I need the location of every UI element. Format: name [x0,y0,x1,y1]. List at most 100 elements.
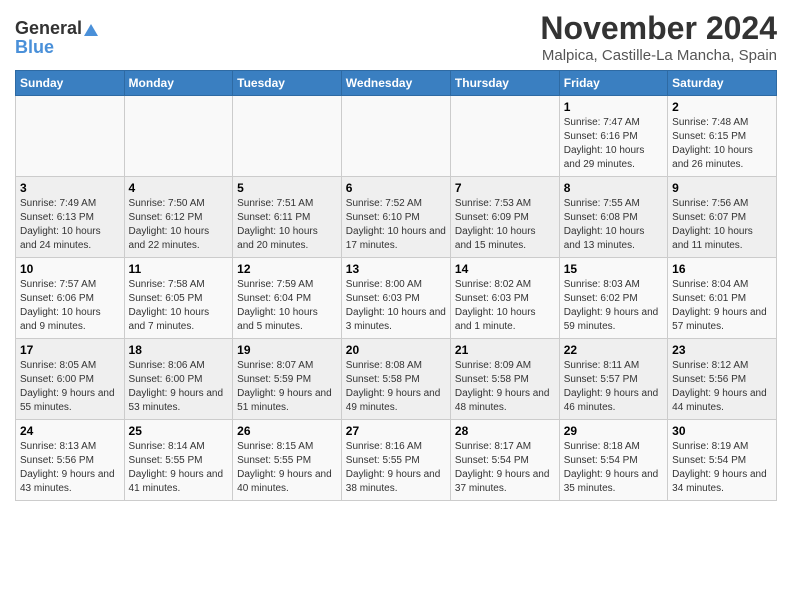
calendar-cell [450,96,559,177]
day-number: 6 [346,181,446,195]
day-info: Sunrise: 7:50 AM Sunset: 6:12 PM Dayligh… [129,197,229,253]
logo-general-text: General [15,18,82,39]
calendar-cell: 25Sunrise: 8:14 AM Sunset: 5:55 PM Dayli… [124,420,233,501]
calendar-week-row: 10 Sunrise: 7:57 AM Sunset: 6:06 PM Dayli… [16,258,777,339]
day-number: 14 [455,262,555,276]
day-info: Sunrise: 8:16 AM Sunset: 5:55 PM Dayligh… [346,440,446,496]
day-info: Sunrise: 8:15 AM Sunset: 5:55 PM Dayligh… [237,440,337,496]
day-number: 7 [455,181,555,195]
calendar-cell: 17 Sunrise: 8:05 AM Sunset: 6:00 PM Dayli… [16,339,125,420]
day-number: 18 [129,343,229,357]
calendar-cell: 19 Sunrise: 8:07 AM Sunset: 5:59 PM Dayli… [233,339,342,420]
day-info: Sunrise: 7:47 AM Sunset: 6:16 PM Dayligh… [564,116,663,172]
day-number: 1 [564,100,663,114]
day-info: Sunrise: 8:00 AM Sunset: 6:03 PM Dayligh… [346,278,446,334]
weekday-header: Wednesday [341,71,450,96]
day-info: Sunrise: 7:59 AM Sunset: 6:04 PM Dayligh… [237,278,337,334]
day-number: 25 [129,424,229,438]
calendar-week-row: 1 Sunrise: 7:47 AM Sunset: 6:16 PM Daylig… [16,96,777,177]
day-info: Sunrise: 7:53 AM Sunset: 6:09 PM Dayligh… [455,197,555,253]
month-title: November 2024 [540,10,777,47]
day-number: 20 [346,343,446,357]
day-number: 29 [564,424,663,438]
location-title: Malpica, Castille-La Mancha, Spain [540,47,777,64]
calendar-cell: 13Sunrise: 8:00 AM Sunset: 6:03 PM Dayli… [341,258,450,339]
calendar-cell: 29 Sunrise: 8:18 AM Sunset: 5:54 PM Dayli… [559,420,667,501]
day-number: 23 [672,343,772,357]
day-info: Sunrise: 8:18 AM Sunset: 5:54 PM Dayligh… [564,440,663,496]
weekday-header: Saturday [668,71,777,96]
day-info: Sunrise: 8:12 AM Sunset: 5:56 PM Dayligh… [672,359,772,415]
day-info: Sunrise: 8:03 AM Sunset: 6:02 PM Dayligh… [564,278,663,334]
day-number: 21 [455,343,555,357]
day-info: Sunrise: 7:55 AM Sunset: 6:08 PM Dayligh… [564,197,663,253]
calendar-cell: 15Sunrise: 8:03 AM Sunset: 6:02 PM Dayli… [559,258,667,339]
day-number: 17 [20,343,120,357]
day-info: Sunrise: 8:08 AM Sunset: 5:58 PM Dayligh… [346,359,446,415]
calendar-cell: 30Sunrise: 8:19 AM Sunset: 5:54 PM Dayli… [668,420,777,501]
day-number: 30 [672,424,772,438]
day-info: Sunrise: 8:06 AM Sunset: 6:00 PM Dayligh… [129,359,229,415]
day-number: 11 [129,262,229,276]
day-info: Sunrise: 8:07 AM Sunset: 5:59 PM Dayligh… [237,359,337,415]
calendar-cell: 21 Sunrise: 8:09 AM Sunset: 5:58 PM Dayli… [450,339,559,420]
day-info: Sunrise: 8:09 AM Sunset: 5:58 PM Dayligh… [455,359,555,415]
day-info: Sunrise: 8:05 AM Sunset: 6:00 PM Dayligh… [20,359,120,415]
day-number: 16 [672,262,772,276]
day-info: Sunrise: 7:57 AM Sunset: 6:06 PM Dayligh… [20,278,120,334]
weekday-header: Thursday [450,71,559,96]
day-number: 28 [455,424,555,438]
calendar-cell [124,96,233,177]
day-number: 27 [346,424,446,438]
day-info: Sunrise: 8:02 AM Sunset: 6:03 PM Dayligh… [455,278,555,334]
calendar-cell: 5 Sunrise: 7:51 AM Sunset: 6:11 PM Daylig… [233,177,342,258]
calendar-table: SundayMondayTuesdayWednesdayThursdayFrid… [15,70,777,501]
day-number: 19 [237,343,337,357]
calendar-week-row: 17 Sunrise: 8:05 AM Sunset: 6:00 PM Dayli… [16,339,777,420]
calendar-cell: 20 Sunrise: 8:08 AM Sunset: 5:58 PM Dayli… [341,339,450,420]
calendar-cell [341,96,450,177]
day-number: 5 [237,181,337,195]
calendar-cell: 28 Sunrise: 8:17 AM Sunset: 5:54 PM Dayli… [450,420,559,501]
calendar-cell: 10 Sunrise: 7:57 AM Sunset: 6:06 PM Dayli… [16,258,125,339]
calendar-cell: 6Sunrise: 7:52 AM Sunset: 6:10 PM Daylig… [341,177,450,258]
day-number: 12 [237,262,337,276]
logo-blue-text: Blue [15,37,54,58]
calendar-cell: 12 Sunrise: 7:59 AM Sunset: 6:04 PM Dayli… [233,258,342,339]
logo-triangle-icon [84,24,98,36]
calendar-cell: 7 Sunrise: 7:53 AM Sunset: 6:09 PM Daylig… [450,177,559,258]
day-info: Sunrise: 7:51 AM Sunset: 6:11 PM Dayligh… [237,197,337,253]
title-area: November 2024 Malpica, Castille-La Manch… [540,10,777,64]
day-number: 4 [129,181,229,195]
day-info: Sunrise: 7:56 AM Sunset: 6:07 PM Dayligh… [672,197,772,253]
day-info: Sunrise: 8:04 AM Sunset: 6:01 PM Dayligh… [672,278,772,334]
calendar-cell: 24Sunrise: 8:13 AM Sunset: 5:56 PM Dayli… [16,420,125,501]
calendar-week-row: 24Sunrise: 8:13 AM Sunset: 5:56 PM Dayli… [16,420,777,501]
day-info: Sunrise: 8:13 AM Sunset: 5:56 PM Dayligh… [20,440,120,496]
day-info: Sunrise: 7:48 AM Sunset: 6:15 PM Dayligh… [672,116,772,172]
day-number: 22 [564,343,663,357]
day-info: Sunrise: 7:49 AM Sunset: 6:13 PM Dayligh… [20,197,120,253]
calendar-cell: 18 Sunrise: 8:06 AM Sunset: 6:00 PM Dayli… [124,339,233,420]
day-number: 26 [237,424,337,438]
calendar-cell [16,96,125,177]
calendar-cell: 22 Sunrise: 8:11 AM Sunset: 5:57 PM Dayli… [559,339,667,420]
day-number: 10 [20,262,120,276]
day-info: Sunrise: 8:17 AM Sunset: 5:54 PM Dayligh… [455,440,555,496]
calendar-cell: 11 Sunrise: 7:58 AM Sunset: 6:05 PM Dayli… [124,258,233,339]
day-info: Sunrise: 8:11 AM Sunset: 5:57 PM Dayligh… [564,359,663,415]
calendar-cell: 16 Sunrise: 8:04 AM Sunset: 6:01 PM Dayli… [668,258,777,339]
calendar-cell: 23 Sunrise: 8:12 AM Sunset: 5:56 PM Dayli… [668,339,777,420]
calendar-cell: 26 Sunrise: 8:15 AM Sunset: 5:55 PM Dayli… [233,420,342,501]
calendar-cell: 1 Sunrise: 7:47 AM Sunset: 6:16 PM Daylig… [559,96,667,177]
day-number: 2 [672,100,772,114]
day-info: Sunrise: 7:58 AM Sunset: 6:05 PM Dayligh… [129,278,229,334]
calendar-cell: 14 Sunrise: 8:02 AM Sunset: 6:03 PM Dayli… [450,258,559,339]
weekday-header: Monday [124,71,233,96]
header: General Blue November 2024 Malpica, Cast… [15,10,777,64]
calendar-week-row: 3 Sunrise: 7:49 AM Sunset: 6:13 PM Daylig… [16,177,777,258]
calendar-cell: 9Sunrise: 7:56 AM Sunset: 6:07 PM Daylig… [668,177,777,258]
day-number: 3 [20,181,120,195]
calendar-header: SundayMondayTuesdayWednesdayThursdayFrid… [16,71,777,96]
weekday-header: Tuesday [233,71,342,96]
